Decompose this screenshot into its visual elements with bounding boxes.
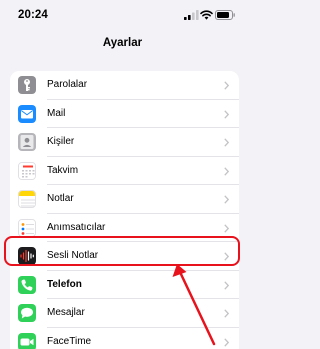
settings-row-passwords[interactable]: Parolalar [10, 71, 239, 100]
chevron-right-icon [224, 166, 229, 176]
chevron-right-icon [224, 309, 229, 318]
chevron-right-icon [224, 138, 229, 147]
notes-icon [18, 190, 36, 208]
settings-row-label: Notlar [47, 193, 74, 204]
settings-row-label: Telefon [47, 278, 82, 290]
settings-row-label: Mesajlar [47, 307, 85, 318]
phone-icon [18, 275, 36, 294]
chevron-right-icon [224, 195, 229, 204]
status-time: 20:24 [18, 9, 48, 21]
annotation-arrow-icon [172, 264, 216, 346]
envelope-icon [18, 104, 36, 123]
chevron-right-icon [224, 223, 229, 233]
calendar-icon [18, 161, 36, 180]
settings-row-label: Mail [47, 107, 66, 119]
settings-row-label: Takvim [47, 164, 79, 176]
settings-row-label: Parolalar [47, 79, 88, 90]
contacts-icon [18, 133, 36, 151]
facetime-icon [18, 332, 36, 349]
chevron-right-icon [224, 280, 229, 290]
chevron-right-icon [224, 81, 229, 90]
settings-row-label: Kişiler [47, 136, 75, 147]
key-icon [18, 76, 36, 94]
chevron-right-icon [224, 337, 229, 347]
settings-row-label: Anımsatıcılar [47, 221, 106, 233]
messages-icon [18, 304, 36, 322]
settings-row-mail[interactable]: Mail [10, 100, 239, 128]
settings-row-calendar[interactable]: Takvim [10, 157, 239, 185]
reminders-icon [18, 218, 36, 237]
page-title: Ayarlar [102, 37, 143, 49]
chevron-right-icon [224, 109, 229, 119]
settings-row-contacts[interactable]: Kişiler [10, 128, 239, 157]
settings-row-notes[interactable]: Notlar [10, 185, 239, 214]
battery-icon [215, 10, 235, 20]
status-bar: 20:24 [0, 0, 245, 28]
settings-row-label: FaceTime [47, 335, 92, 347]
wifi-icon [200, 10, 213, 20]
signal-icon [184, 10, 199, 20]
